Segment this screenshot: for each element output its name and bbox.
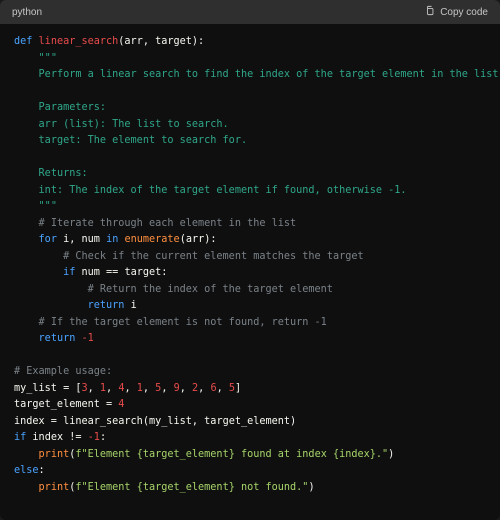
code-line: def linear_search(arr, target): bbox=[14, 36, 204, 47]
code-line: index = linear_search(my_list, target_el… bbox=[14, 416, 296, 427]
code-line: arr (list): The list to search. bbox=[14, 119, 229, 130]
code-line: print(f"Element {target_element} not fou… bbox=[14, 482, 315, 493]
comment: # If the target element is not found, re… bbox=[39, 317, 327, 328]
function-name: linear_search bbox=[39, 36, 119, 47]
code-line: return i bbox=[14, 300, 137, 311]
code-header: python Copy code bbox=[0, 0, 500, 24]
code-line: # Return the index of the target element bbox=[14, 284, 333, 295]
code-line: # Example usage: bbox=[14, 366, 112, 377]
code-language-label: python bbox=[12, 7, 42, 18]
code-line: my_list = [3, 1, 4, 1, 5, 9, 2, 6, 5] bbox=[14, 383, 241, 394]
code-line: else: bbox=[14, 465, 45, 476]
comment: # Return the index of the target element bbox=[88, 284, 333, 295]
code-line: Parameters: bbox=[14, 102, 106, 113]
code-line: # If the target element is not found, re… bbox=[14, 317, 327, 328]
code-line: int: The index of the target element if … bbox=[14, 185, 407, 196]
code-block: python Copy code def linear_search(arr, … bbox=[0, 0, 500, 520]
comment: # Example usage: bbox=[14, 366, 112, 377]
comment: # Check if the current element matches t… bbox=[63, 251, 364, 262]
code-body[interactable]: def linear_search(arr, target): """ Perf… bbox=[0, 24, 500, 520]
comment: # Iterate through each element in the li… bbox=[39, 218, 297, 229]
clipboard-icon bbox=[424, 5, 435, 19]
code-line: """ bbox=[14, 201, 57, 212]
code-line: print(f"Element {target_element} found a… bbox=[14, 449, 394, 460]
copy-code-label: Copy code bbox=[440, 7, 488, 18]
list-values: 3, 1, 4, 1, 5, 9, 2, 6, 5 bbox=[81, 383, 235, 394]
code-line: # Check if the current element matches t… bbox=[14, 251, 364, 262]
code-line: """ bbox=[14, 53, 57, 64]
code-line: target_element = 4 bbox=[14, 399, 124, 410]
code-line: Perform a linear search to find the inde… bbox=[14, 69, 500, 80]
code-line: target: The element to search for. bbox=[14, 135, 247, 146]
code-line: if num == target: bbox=[14, 267, 167, 278]
copy-code-button[interactable]: Copy code bbox=[424, 5, 488, 19]
code-line: return -1 bbox=[14, 333, 94, 344]
code-line: for i, num in enumerate(arr): bbox=[14, 234, 217, 245]
code-line: Returns: bbox=[14, 168, 88, 179]
keyword-def: def bbox=[14, 36, 32, 47]
code-line: if index != -1: bbox=[14, 432, 106, 443]
code-line: # Iterate through each element in the li… bbox=[14, 218, 296, 229]
